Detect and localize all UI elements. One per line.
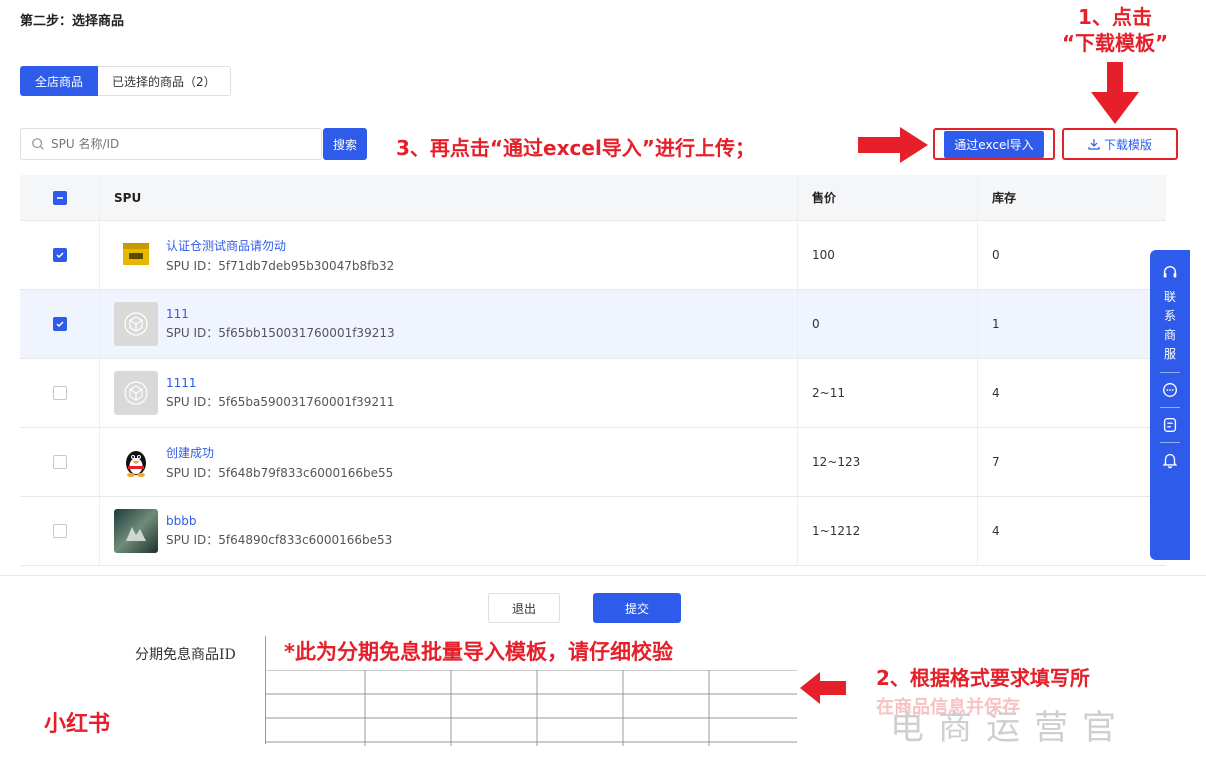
product-name-link[interactable]: 1111 [166,376,394,390]
check-icon [55,321,64,328]
column-header-stock: 库存 [992,191,1017,205]
product-price: 0 [798,290,978,358]
product-price: 1~1212 [798,497,978,565]
download-icon [1088,139,1100,150]
product-name-link[interactable]: bbbb [166,514,392,528]
cube-placeholder-icon [124,312,148,336]
table-row: bbbb SPU ID：5f64890cf833c6000166be53 1~1… [20,497,1166,566]
excel-import-button[interactable]: 通过excel导入 [933,128,1055,160]
bell-icon[interactable] [1161,451,1179,469]
tab-all-products[interactable]: 全店商品 [20,66,99,96]
step-title: 第二步：选择商品 [20,14,125,29]
product-thumbnail [114,440,158,484]
table-row: 111 SPU ID：5f65bb150031760001f39213 0 1 [20,290,1166,359]
search-icon [32,138,44,150]
cube-placeholder-icon [124,381,148,405]
contact-service-label: 联 系 商 服 [1163,290,1176,361]
table-row: 创建成功 SPU ID：5f648b79f833c6000166be55 12~… [20,428,1166,497]
product-stock: 7 [992,455,1000,469]
row-checkbox[interactable] [52,524,67,538]
download-template-button[interactable]: 下载模版 [1062,128,1178,160]
annotation-step3: 3、再点击“通过excel导入”进行上传； [396,136,755,160]
minus-icon [56,196,63,199]
photo-thumbnail-icon [126,527,146,541]
product-spu-id: SPU ID：5f64890cf833c6000166be53 [166,533,393,547]
template-warning: *此为分期免息批量导入模板，请仔细校验 [284,640,673,664]
table-header: SPU 售价 库存 [20,175,1166,221]
chat-bubble-icon[interactable] [1161,381,1179,399]
row-checkbox[interactable] [52,248,67,262]
headset-icon [1163,266,1177,278]
penguin-icon [126,451,146,477]
product-price: 100 [798,221,978,289]
table-row: 认证仓测试商品请勿动 SPU ID：5f71db7deb95b30047b8fb… [20,221,1166,290]
annotation-step1-line1: 1、点击 [1078,5,1152,29]
product-stock: 0 [992,248,1000,262]
product-stock: 4 [992,524,1000,538]
table-row: 1111 SPU ID：5f65ba590031760001f39211 2~1… [20,359,1166,428]
xiaohongshu-logo: 小红书 [44,712,111,737]
product-name-link[interactable]: 认证仓测试商品请勿动 [166,237,394,254]
product-price: 12~123 [798,428,978,496]
search-button[interactable]: 搜索 [323,128,367,160]
product-thumbnail [114,371,158,415]
divider [1160,372,1180,373]
red-arrow-right-icon [858,127,928,163]
feedback-icon[interactable] [1161,416,1179,434]
select-all-checkbox[interactable] [52,190,67,205]
product-spu-id: SPU ID：5f65bb150031760001f39213 [166,326,395,340]
product-thumbnail [114,233,158,277]
red-arrow-down-icon [1091,62,1139,124]
product-thumbnail [114,509,158,553]
row-checkbox[interactable] [52,455,67,469]
product-spu-id: SPU ID：5f648b79f833c6000166be55 [166,465,394,480]
product-tabs: 全店商品 已选择的商品（2） [20,66,231,96]
red-arrow-left-icon [800,672,846,704]
check-icon [55,252,64,259]
annotation-step1-line2: “下载模板” [1061,31,1169,55]
column-header-price: 售价 [798,175,978,220]
product-spu-id: SPU ID：5f65ba590031760001f39211 [166,395,395,409]
product-stock: 4 [992,386,1000,400]
divider [1160,407,1180,408]
product-thumbnail [114,302,158,346]
divider [1160,442,1180,443]
excel-import-label: 通过excel导入 [944,130,1044,158]
row-checkbox[interactable] [52,317,67,331]
template-grid [265,670,797,746]
product-price: 2~11 [798,359,978,427]
product-spu-id: SPU ID：5f71db7deb95b30047b8fb32 [166,258,395,273]
search-input-wrapper [20,128,322,160]
annotation-step1: 1、点击 “下载模板” [1040,4,1190,56]
template-column-header: 分期免息商品ID [135,647,236,663]
product-stock: 1 [992,317,1000,331]
product-table: SPU 售价 库存 认证仓测试商品请勿动 SPU ID：5f71db7deb95… [20,175,1166,566]
row-checkbox[interactable] [52,386,67,400]
product-name-link[interactable]: 111 [166,307,395,321]
contact-service-sidebar[interactable]: 联 系 商 服 [1150,250,1190,560]
signature-watermark: 电商运营官 [890,708,1130,748]
product-box-icon [123,243,149,265]
tab-selected-products[interactable]: 已选择的商品（2） [98,66,231,96]
download-template-label: 下载模版 [1103,137,1152,152]
search-input[interactable] [51,137,291,151]
annotation-step2: 2、根据格式要求填写所 [876,666,1090,690]
exit-button[interactable]: 退出 [488,593,560,623]
product-name-link[interactable]: 创建成功 [166,444,393,461]
column-header-spu: SPU [100,175,798,220]
submit-button[interactable]: 提交 [593,593,681,623]
